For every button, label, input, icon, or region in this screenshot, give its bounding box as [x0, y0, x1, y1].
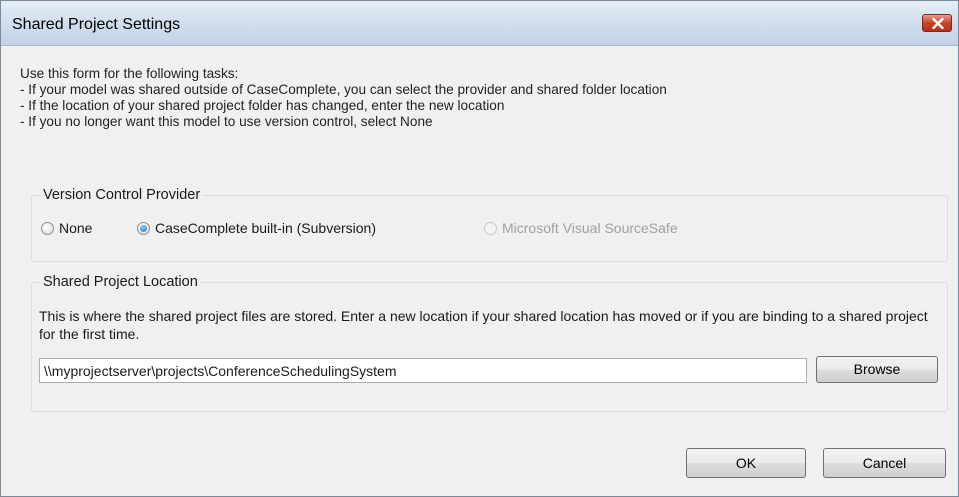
intro-line: - If you no longer want this model to us… — [20, 114, 433, 129]
radio-sourcesafe-label: Microsoft Visual SourceSafe — [502, 220, 678, 236]
radio-none-label: None — [59, 220, 93, 236]
version-control-group: Version Control Provider None CaseComple… — [31, 187, 948, 262]
intro-text: Use this form for the following tasks: -… — [20, 66, 667, 130]
intro-line: - If your model was shared outside of Ca… — [20, 82, 667, 97]
radio-none-indicator[interactable] — [41, 221, 54, 235]
radio-none[interactable]: None — [41, 220, 92, 236]
dialog-body: Use this form for the following tasks: -… — [9, 46, 950, 490]
shared-path-input[interactable] — [39, 358, 807, 383]
dialog-window: Shared Project Settings Use this form fo… — [0, 0, 959, 497]
ok-button[interactable]: OK — [686, 448, 806, 478]
window-title: Shared Project Settings — [12, 16, 181, 33]
version-control-group-label: Version Control Provider — [40, 187, 204, 203]
radio-casecomplete-subversion[interactable]: CaseComplete built-in (Subversion) — [137, 220, 376, 236]
shared-location-group: Shared Project Location This is where th… — [31, 274, 948, 412]
radio-casecomplete-indicator[interactable] — [137, 221, 150, 235]
radio-sourcesafe-indicator — [484, 221, 497, 235]
intro-line: - If the location of your shared project… — [20, 98, 505, 113]
close-button[interactable] — [922, 14, 952, 32]
browse-button[interactable]: Browse — [816, 356, 938, 383]
title-bar[interactable]: Shared Project Settings — [1, 1, 958, 46]
cancel-button[interactable]: Cancel — [823, 448, 946, 478]
shared-location-group-label: Shared Project Location — [40, 274, 201, 290]
intro-line: Use this form for the following tasks: — [20, 66, 239, 81]
radio-casecomplete-label: CaseComplete built-in (Subversion) — [155, 220, 376, 236]
radio-visual-sourcesafe: Microsoft Visual SourceSafe — [484, 220, 678, 236]
location-description: This is where the shared project files a… — [39, 308, 928, 342]
close-icon — [932, 18, 944, 29]
